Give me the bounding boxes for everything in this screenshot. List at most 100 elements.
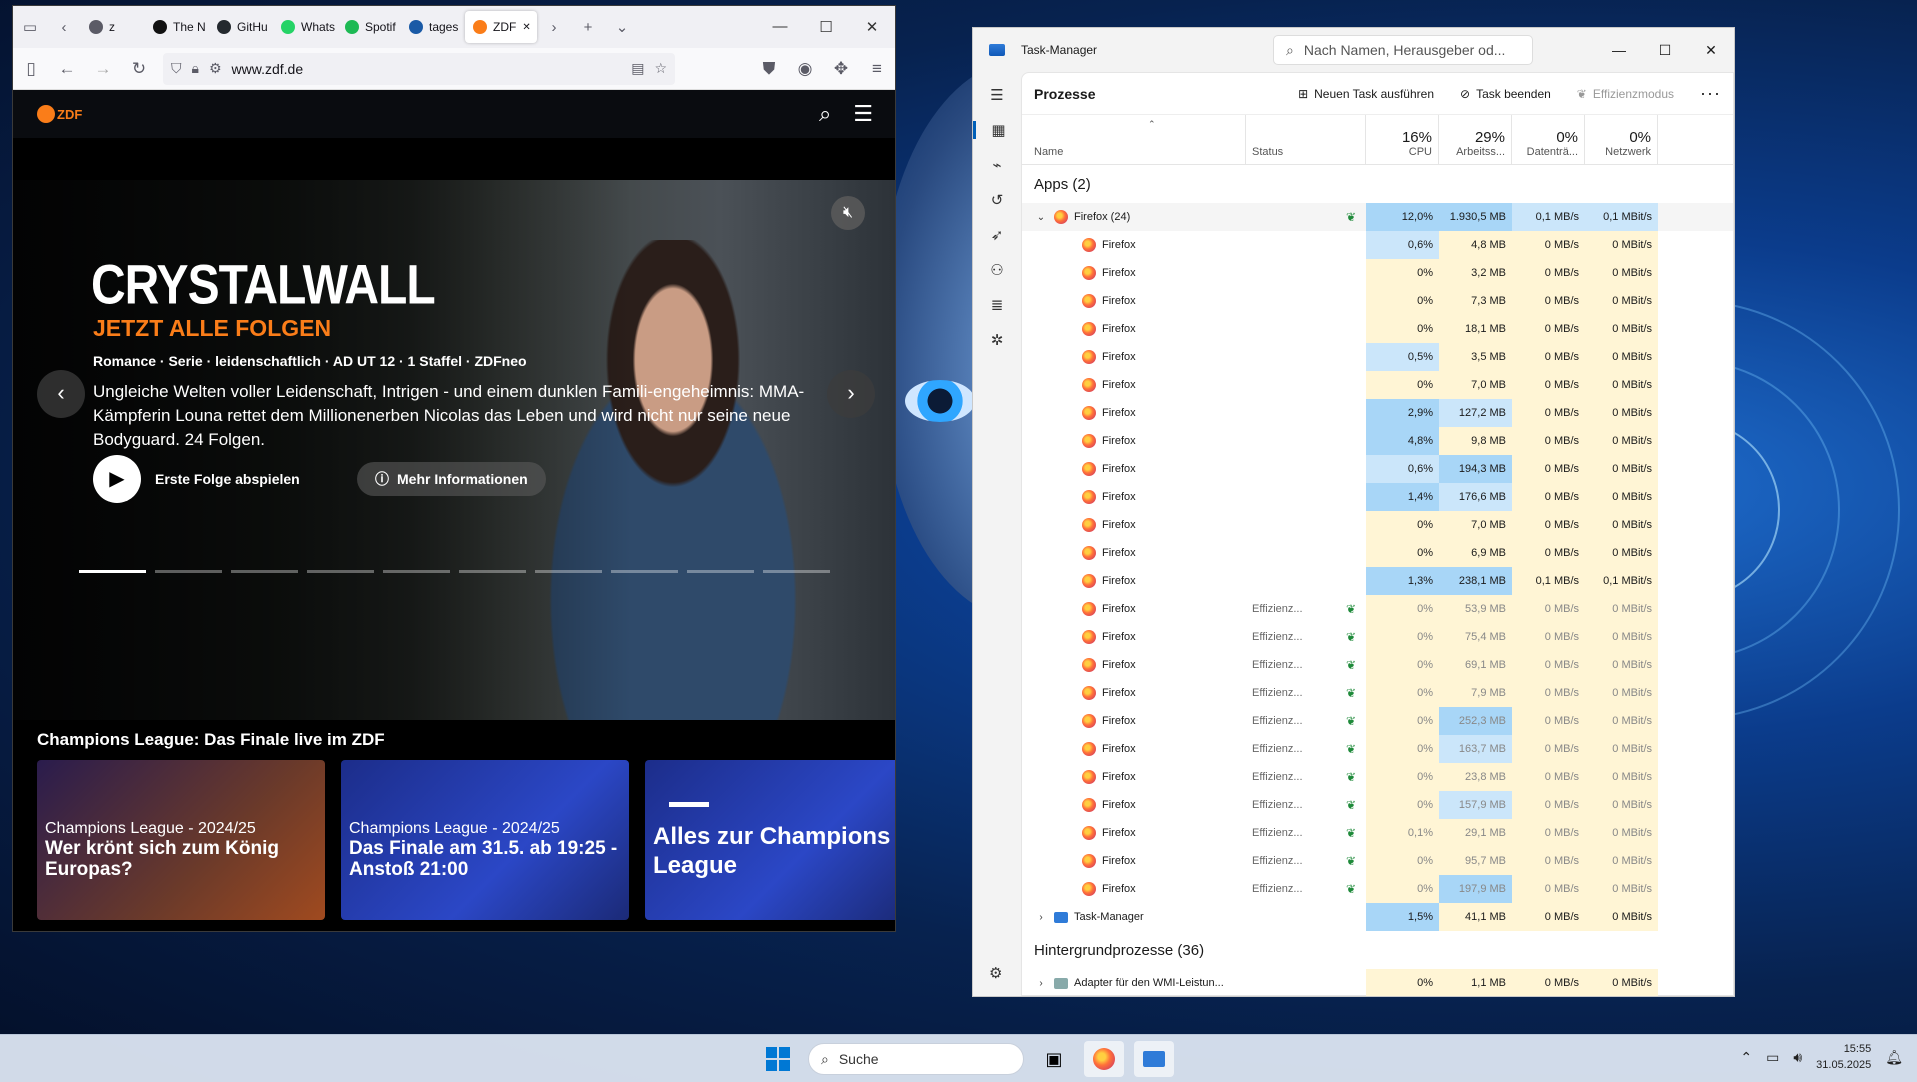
notifications-icon[interactable]: 🔔︎ <box>1885 1049 1903 1066</box>
expand-chevron-icon[interactable]: › <box>1034 912 1048 923</box>
browser-tab[interactable]: z <box>81 11 143 43</box>
account-icon[interactable]: ◉ <box>787 59 823 79</box>
browser-tab[interactable]: The N <box>145 11 207 43</box>
reload-icon[interactable]: ↻ <box>121 59 157 79</box>
extensions-icon[interactable]: ✥ <box>823 59 859 79</box>
scroll-tabs-left-icon[interactable]: ‹ <box>47 6 81 48</box>
table-row[interactable]: Firefox Effizienz... ❦ 0% 95,7 MB 0 MB/s 0 MBi… <box>1022 847 1733 875</box>
table-row[interactable]: › Adapter für den WMI-Leistun... 0% 1,1 M… <box>1022 969 1733 996</box>
menu-icon[interactable]: ≡ <box>859 59 895 79</box>
table-row[interactable]: Firefox 4,8% 9,8 MB 0 MB/s 0 MBit/s <box>1022 427 1733 455</box>
column-network[interactable]: 0% Netzwerk <box>1585 115 1658 164</box>
table-row[interactable]: Firefox 0% 6,9 MB 0 MB/s 0 MBit/s <box>1022 539 1733 567</box>
table-row[interactable]: Firefox Effizienz... ❦ 0,1% 29,1 MB 0 MB/s 0 M… <box>1022 819 1733 847</box>
table-row[interactable]: Firefox 0% 7,0 MB 0 MB/s 0 MBit/s <box>1022 511 1733 539</box>
carousel-dot[interactable] <box>79 570 146 573</box>
table-row[interactable]: Firefox Effizienz... ❦ 0% 163,7 MB 0 MB/s 0 MB… <box>1022 735 1733 763</box>
pocket-icon[interactable]: ⛊ <box>751 59 787 79</box>
carousel-dot[interactable] <box>763 570 830 573</box>
address-bar[interactable]: ⛉ 🔒︎ ⚙︎ www.zdf.de ▤ ☆ <box>163 52 675 85</box>
carousel-dot[interactable] <box>231 570 298 573</box>
carousel-dot[interactable] <box>155 570 222 573</box>
list-all-tabs-icon[interactable]: ⌄ <box>605 6 639 48</box>
column-disk[interactable]: 0% Datenträ... <box>1512 115 1585 164</box>
table-row[interactable]: Firefox Effizienz... ❦ 0% 75,4 MB 0 MB/s 0 MBi… <box>1022 623 1733 651</box>
bookmark-star-icon[interactable]: ☆ <box>654 60 667 77</box>
minimize-icon[interactable]: — <box>757 18 803 36</box>
column-name[interactable]: Name ⌃ <box>1022 115 1246 164</box>
teaser-card[interactable]: Champions League - 2024/25 Wer krönt sic… <box>37 760 325 920</box>
users-icon[interactable]: ⚇ <box>990 261 1003 279</box>
teaser-card[interactable]: Alles zur Champions League <box>645 760 895 920</box>
details-icon[interactable]: ≣ <box>991 296 1004 314</box>
zdf-logo[interactable]: ZDF <box>37 105 82 123</box>
startup-apps-icon[interactable]: ➶ <box>991 226 1004 244</box>
close-tab-icon[interactable]: ✕ <box>522 22 530 33</box>
more-options-icon[interactable]: ··· <box>1700 83 1721 104</box>
table-row[interactable]: Firefox 0% 18,1 MB 0 MB/s 0 MBit/s <box>1022 315 1733 343</box>
maximize-icon[interactable]: ☐ <box>1642 42 1688 59</box>
end-task-button[interactable]: ⊘ Task beenden <box>1460 87 1551 101</box>
browser-tab[interactable]: GitHu <box>209 11 271 43</box>
carousel-next-button[interactable]: › <box>827 370 875 418</box>
services-icon[interactable]: ✲ <box>991 331 1004 349</box>
column-status[interactable]: Status <box>1246 115 1366 164</box>
carousel-dot[interactable] <box>459 570 526 573</box>
processes-icon[interactable]: ▦ <box>973 121 1021 139</box>
minimize-icon[interactable]: — <box>1596 42 1642 59</box>
task-manager-taskbar-icon[interactable] <box>1134 1041 1174 1077</box>
start-button[interactable] <box>766 1047 790 1071</box>
teaser-card[interactable]: Champions League - 2024/25 Das Finale am… <box>341 760 629 920</box>
clock[interactable]: 15:55 31.05.2025 <box>1816 1041 1871 1073</box>
back-icon[interactable]: ← <box>49 59 85 79</box>
network-icon[interactable]: ▭ <box>1766 1049 1779 1066</box>
close-icon[interactable]: ✕ <box>1688 42 1734 59</box>
browser-tab[interactable]: Spotif <box>337 11 399 43</box>
performance-icon[interactable]: ⌁ <box>992 156 1001 174</box>
table-row-firefox-group[interactable]: ⌄ Firefox (24) ❦ 12,0% 1.930,5 MB 0,1 MB/… <box>1022 203 1733 231</box>
task-view-icon[interactable]: ▣ <box>1034 1041 1074 1077</box>
forward-icon[interactable]: → <box>85 59 121 79</box>
browser-tab[interactable]: tages <box>401 11 463 43</box>
table-row[interactable]: Firefox 1,4% 176,6 MB 0 MB/s 0 MBit/s <box>1022 483 1733 511</box>
browser-tab[interactable]: ZDF ✕ <box>465 11 537 43</box>
table-row[interactable]: Firefox 0,6% 194,3 MB 0 MB/s 0 MBit/s <box>1022 455 1733 483</box>
close-icon[interactable]: ✕ <box>849 18 895 36</box>
efficiency-mode-button[interactable]: ❦ Effizienzmodus <box>1577 87 1674 101</box>
table-row[interactable]: Firefox Effizienz... ❦ 0% 69,1 MB 0 MB/s 0 MBi… <box>1022 651 1733 679</box>
carousel-dot[interactable] <box>307 570 374 573</box>
search-input[interactable]: ⌕ Nach Namen, Herausgeber od... <box>1273 35 1534 65</box>
carousel-dot[interactable] <box>535 570 602 573</box>
settings-icon[interactable]: ⚙ <box>989 964 1002 982</box>
tab-overview-icon[interactable]: ▭ <box>13 6 47 48</box>
firefox-taskbar-icon[interactable] <box>1084 1041 1124 1077</box>
expand-chevron-icon[interactable]: ⌄ <box>1034 212 1048 223</box>
url-text[interactable]: www.zdf.de <box>232 61 304 77</box>
table-row[interactable]: Firefox 0% 7,0 MB 0 MB/s 0 MBit/s <box>1022 371 1733 399</box>
table-row[interactable]: Firefox Effizienz... ❦ 0% 252,3 MB 0 MB/s 0 MB… <box>1022 707 1733 735</box>
table-row[interactable]: Firefox 0% 7,3 MB 0 MB/s 0 MBit/s <box>1022 287 1733 315</box>
carousel-dot[interactable] <box>687 570 754 573</box>
table-row[interactable]: Firefox Effizienz... ❦ 0% 157,9 MB 0 MB/s 0 MB… <box>1022 791 1733 819</box>
maximize-icon[interactable]: ☐ <box>803 18 849 36</box>
run-new-task-button[interactable]: ⊞ Neuen Task ausführen <box>1298 87 1434 101</box>
browser-tab[interactable]: Whats <box>273 11 335 43</box>
table-row[interactable]: Firefox Effizienz... ❦ 0% 197,9 MB 0 MB/s 0 MB… <box>1022 875 1733 903</box>
more-info-button[interactable]: ⓘ Mehr Informationen <box>357 462 546 496</box>
play-first-episode-button[interactable]: ▶ Erste Folge abspielen <box>93 455 300 503</box>
taskbar-search[interactable]: ⌕ Suche <box>808 1043 1024 1075</box>
table-row[interactable]: Firefox Effizienz... ❦ 0% 23,8 MB 0 MB/s 0 MBi… <box>1022 763 1733 791</box>
column-memory[interactable]: 29% Arbeitss... <box>1439 115 1512 164</box>
new-tab-icon[interactable]: + <box>571 6 605 48</box>
lock-icon[interactable]: 🔒︎ <box>192 60 199 77</box>
show-hidden-icons-icon[interactable]: ⌃ <box>1740 1049 1752 1066</box>
scroll-tabs-right-icon[interactable]: › <box>537 6 571 48</box>
table-row[interactable]: Firefox 2,9% 127,2 MB 0 MB/s 0 MBit/s <box>1022 399 1733 427</box>
shield-icon[interactable]: ⛉ <box>171 60 182 77</box>
table-row[interactable]: Firefox Effizienz... ❦ 0% 53,9 MB 0 MB/s 0 MBi… <box>1022 595 1733 623</box>
app-history-icon[interactable]: ↺ <box>991 191 1004 209</box>
table-row-task-manager[interactable]: › Task-Manager 1,5% 41,1 MB 0 MB/s 0 MBit… <box>1022 903 1733 931</box>
hamburger-menu-icon[interactable]: ☰ <box>990 86 1003 104</box>
table-row[interactable]: Firefox 0% 3,2 MB 0 MB/s 0 MBit/s <box>1022 259 1733 287</box>
sidebar-toggle-icon[interactable]: ▯ <box>13 59 49 79</box>
